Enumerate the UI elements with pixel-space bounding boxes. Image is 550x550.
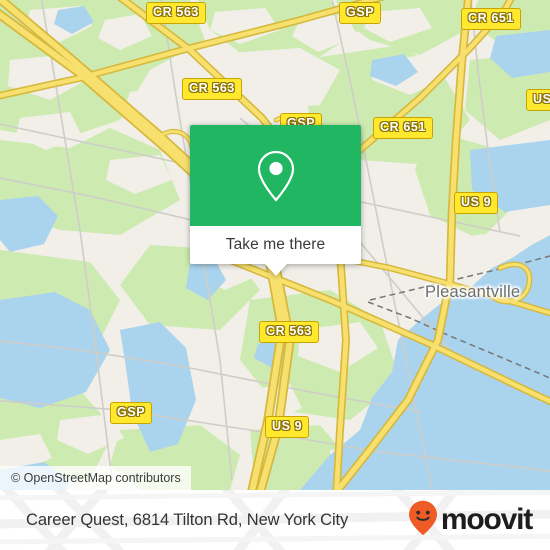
osm-attribution[interactable]: © OpenStreetMap contributors	[0, 466, 191, 490]
road-shield: CR 651	[373, 117, 433, 139]
address-label: Career Quest, 6814 Tilton Rd, New York C…	[26, 510, 349, 529]
road-shield: US 9	[526, 89, 550, 111]
road-shield: CR 563	[146, 2, 206, 24]
road-shield: CR 563	[259, 321, 319, 343]
road-shield: CR 651	[461, 8, 521, 30]
popup-icon-panel	[190, 125, 361, 226]
osm-attribution-text: © OpenStreetMap contributors	[11, 471, 181, 485]
take-me-there-label: Take me there	[225, 236, 326, 253]
road-shield: US 9	[454, 192, 499, 214]
footer-bar: Career Quest, 6814 Tilton Rd, New York C…	[0, 490, 550, 550]
road-shield: US 9	[265, 416, 310, 438]
moovit-wordmark: moovit	[440, 503, 533, 536]
take-me-there-button[interactable]: Take me there	[190, 226, 361, 264]
moovit-logo: moovit	[408, 500, 533, 541]
road-shield: CR 563	[182, 78, 242, 100]
map-pin-icon	[253, 148, 299, 204]
moovit-smiley-pin-icon	[408, 500, 438, 541]
map-canvas[interactable]: CR 563 GSP CR 651 CR 563 GSP CR 651 US 9…	[0, 0, 550, 490]
location-popup-card[interactable]: Take me there	[190, 125, 361, 276]
road-shield: GSP	[339, 2, 382, 24]
road-shield: GSP	[110, 402, 153, 424]
popup-tail	[264, 264, 287, 276]
map-screenshot: CR 563 GSP CR 651 CR 563 GSP CR 651 US 9…	[0, 0, 550, 550]
place-label-pleasantville: Pleasantville	[425, 283, 521, 301]
